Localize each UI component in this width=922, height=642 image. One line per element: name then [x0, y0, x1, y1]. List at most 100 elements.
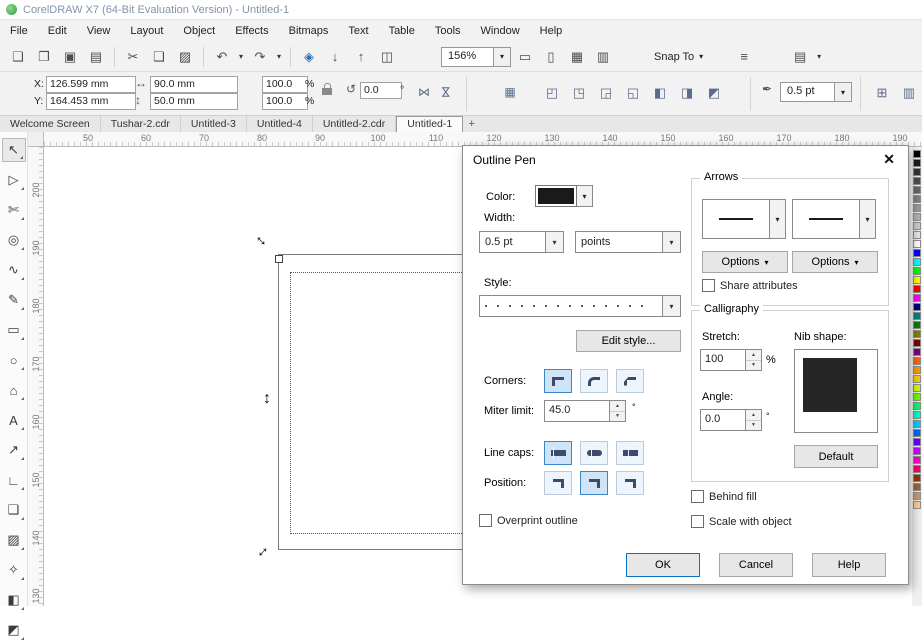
palette-color-swatch[interactable]	[913, 465, 921, 473]
options-button[interactable]: ≡	[732, 45, 756, 69]
checkbox-box[interactable]	[691, 515, 704, 528]
spin-up-button[interactable]: ▲	[610, 401, 625, 412]
palette-color-swatch[interactable]	[913, 222, 921, 230]
menu-edit[interactable]: Edit	[38, 20, 77, 42]
stretch-spinner[interactable]: 100 ▲ ▼	[700, 349, 762, 371]
outline-width-dropdown-arrow[interactable]: ▾	[834, 82, 852, 102]
corner-round-button[interactable]	[580, 369, 608, 393]
connector-tool[interactable]: ∟	[2, 468, 26, 492]
checkbox-box[interactable]	[691, 490, 704, 503]
redo-button[interactable]: ↷	[248, 45, 272, 69]
palette-color-swatch[interactable]	[913, 267, 921, 275]
print-button[interactable]: ▤	[84, 45, 108, 69]
position-centered-button[interactable]	[580, 471, 608, 495]
palette-color-swatch[interactable]	[913, 483, 921, 491]
palette-color-swatch[interactable]	[913, 420, 921, 428]
property-option-button[interactable]: ◧	[648, 82, 672, 104]
vertical-ruler[interactable]: 200 190 180 170 160 150 140 130	[28, 147, 44, 606]
start-arrowhead-selector[interactable]: ▾	[702, 199, 786, 239]
shape-tool[interactable]: ▷	[2, 168, 26, 192]
color-eyedropper-tool[interactable]: ✧	[2, 558, 26, 582]
palette-color-swatch[interactable]	[913, 159, 921, 167]
behind-fill-checkbox[interactable]: Behind fill	[691, 490, 757, 503]
palette-color-swatch[interactable]	[913, 249, 921, 257]
selection-handle[interactable]	[275, 255, 283, 263]
style-dropdown-arrow[interactable]: ▾	[662, 295, 681, 317]
share-attributes-checkbox[interactable]: Share attributes	[702, 279, 798, 292]
property-option-button[interactable]: ⊞	[870, 82, 894, 104]
position-inside-button[interactable]	[616, 471, 644, 495]
y-position-field[interactable]: 164.453 mm	[46, 93, 136, 110]
application-launcher-button[interactable]: ▤	[788, 45, 812, 69]
transparency-tool[interactable]: ▨	[2, 528, 26, 552]
property-option-button[interactable]: ◩	[702, 82, 726, 104]
smart-fill-tool[interactable]: ◩	[2, 618, 26, 642]
palette-color-swatch[interactable]	[913, 339, 921, 347]
scale-y-field[interactable]: 100.0	[262, 93, 308, 110]
width-dropdown-arrow[interactable]: ▾	[545, 231, 564, 253]
snap-to-dropdown[interactable]: Snap To ▾	[647, 47, 710, 67]
line-cap-butt-button[interactable]	[544, 441, 572, 465]
show-guidelines-button[interactable]: ▥	[591, 45, 615, 69]
selected-rectangle-dotted-preview[interactable]	[290, 272, 474, 534]
ok-button[interactable]: OK	[626, 553, 700, 577]
corner-miter-button[interactable]	[544, 369, 572, 393]
palette-color-swatch[interactable]	[913, 492, 921, 500]
start-arrow-options-button[interactable]: Options ▾	[702, 251, 788, 273]
rotation-angle-field[interactable]: 0.0	[360, 82, 402, 99]
color-dropdown-arrow[interactable]: ▾	[577, 185, 593, 207]
outline-width-combo[interactable]: 0.5 pt ▾	[780, 82, 852, 102]
tab-untitled-1[interactable]: Untitled-1	[396, 116, 464, 133]
end-arrow-options-button[interactable]: Options ▾	[792, 251, 878, 273]
palette-color-swatch[interactable]	[913, 447, 921, 455]
rectangle-tool[interactable]: ▭	[2, 318, 26, 342]
menu-object[interactable]: Object	[173, 20, 225, 42]
cut-button[interactable]: ✂	[121, 45, 145, 69]
tab-untitled-3[interactable]: Untitled-3	[181, 116, 247, 133]
palette-color-swatch[interactable]	[913, 312, 921, 320]
undo-button[interactable]: ↶	[210, 45, 234, 69]
search-content-button[interactable]: ◈	[297, 45, 321, 69]
spin-up-button[interactable]: ▲	[746, 410, 761, 421]
line-cap-square-button[interactable]	[616, 441, 644, 465]
line-style-combo[interactable]: ▾	[479, 295, 681, 317]
palette-color-swatch[interactable]	[913, 294, 921, 302]
property-option-button[interactable]: ▥	[897, 82, 921, 104]
application-launcher-arrow[interactable]: ▾	[814, 45, 824, 69]
outline-color-picker[interactable]: ▾	[535, 185, 593, 207]
freehand-tool[interactable]: ∿	[2, 258, 26, 282]
parallel-dimension-tool[interactable]: ↗	[2, 438, 26, 462]
palette-color-swatch[interactable]	[913, 402, 921, 410]
tab-untitled-4[interactable]: Untitled-4	[247, 116, 313, 133]
palette-color-swatch[interactable]	[913, 276, 921, 284]
palette-color-swatch[interactable]	[913, 438, 921, 446]
publish-to-pdf-button[interactable]: ◫	[375, 45, 399, 69]
zoom-dropdown-arrow[interactable]: ▾	[493, 46, 511, 67]
zoom-tool[interactable]: ◎	[2, 228, 26, 252]
spin-up-button[interactable]: ▲	[746, 350, 761, 361]
palette-color-swatch[interactable]	[913, 204, 921, 212]
menu-effects[interactable]: Effects	[225, 20, 278, 42]
nib-sh ape-preview[interactable]	[794, 349, 878, 433]
interactive-fill-tool[interactable]: ◧	[2, 588, 26, 612]
line-cap-round-button[interactable]	[580, 441, 608, 465]
start-arrowhead-dropdown[interactable]: ▾	[770, 199, 786, 239]
show-grid-button[interactable]: ▦	[565, 45, 589, 69]
dialog-close-button[interactable]: ✕	[883, 151, 895, 168]
palette-color-swatch[interactable]	[913, 285, 921, 293]
palette-color-swatch[interactable]	[913, 321, 921, 329]
new-tab-button[interactable]: +	[463, 116, 480, 133]
paste-button[interactable]: ▨	[173, 45, 197, 69]
palette-color-swatch[interactable]	[913, 186, 921, 194]
spin-down-button[interactable]: ▼	[746, 360, 761, 370]
full-screen-preview-button[interactable]: ▭	[513, 45, 537, 69]
ellipse-tool[interactable]: ○	[2, 348, 26, 372]
undo-dropdown-arrow[interactable]: ▾	[236, 45, 246, 69]
width-units-combo[interactable]: points ▾	[575, 231, 681, 253]
object-width-field[interactable]: 90.0 mm	[150, 76, 238, 93]
zoom-level-combo[interactable]: 156% ▾	[441, 46, 511, 67]
scale-x-field[interactable]: 100.0	[262, 76, 308, 93]
menu-tools[interactable]: Tools	[425, 20, 471, 42]
tab-untitled-2[interactable]: Untitled-2.cdr	[313, 116, 397, 133]
new-document-button[interactable]: ❏	[6, 45, 30, 69]
